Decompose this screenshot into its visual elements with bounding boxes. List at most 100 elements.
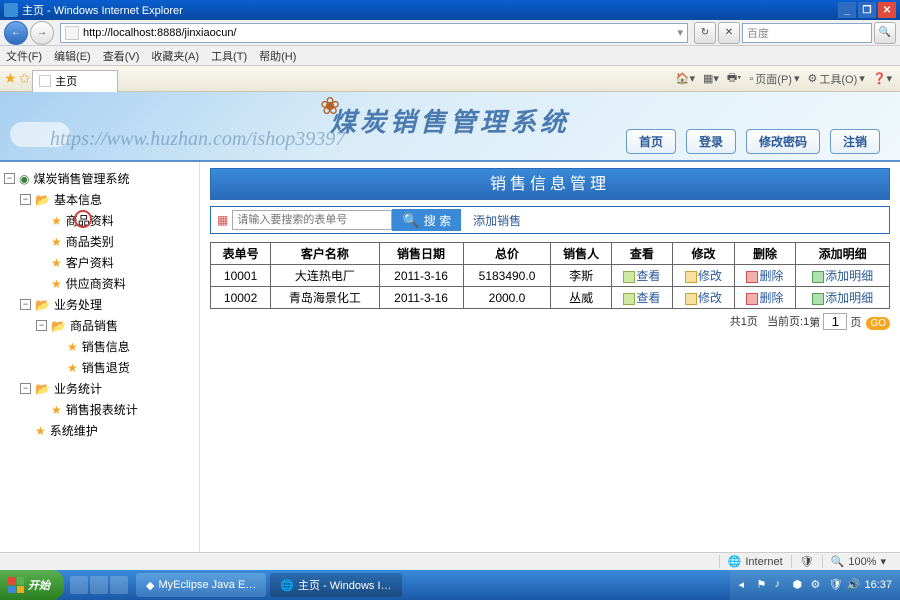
nav-chpwd-button[interactable]: 修改密码: [746, 129, 820, 154]
nav-login-button[interactable]: 登录: [686, 129, 736, 154]
tree-stat[interactable]: −📂业务统计: [4, 378, 195, 399]
task-myeclipse[interactable]: ◆ MyEclipse Java E…: [136, 573, 266, 597]
address-bar[interactable]: http://localhost:8888/jinxiaocun/ ▾: [60, 23, 688, 43]
th-edit: 修改: [673, 243, 735, 265]
view-link[interactable]: 查看: [623, 269, 660, 283]
pager-go-button[interactable]: GO: [866, 317, 890, 330]
ql-app-icon[interactable]: [110, 576, 128, 594]
tray-icon[interactable]: ⬢: [792, 578, 806, 592]
magnify-icon: 🔍: [402, 212, 419, 229]
back-button[interactable]: ←: [4, 21, 28, 45]
tray-icon[interactable]: ⚙: [810, 578, 824, 592]
delete-link[interactable]: 删除: [746, 269, 783, 283]
tray-icon[interactable]: ◂: [738, 578, 752, 592]
cell-total: 2000.0: [463, 287, 551, 309]
view-link[interactable]: 查看: [623, 291, 660, 305]
add-detail-link[interactable]: 添加明细: [812, 291, 873, 305]
browser-tab[interactable]: 主页: [32, 70, 118, 92]
print-icon[interactable]: 🖶▾: [723, 69, 745, 88]
tree-item-sales-return[interactable]: ★销售退货: [4, 357, 195, 378]
menu-file[interactable]: 文件(F): [6, 48, 42, 64]
pager-input[interactable]: [823, 313, 847, 330]
tree-item-sales-info[interactable]: ★销售信息: [4, 336, 195, 357]
page-title: 销售信息管理: [210, 168, 890, 200]
help-icon[interactable]: ❓▾: [869, 72, 896, 85]
tree-biz[interactable]: −📂业务处理: [4, 294, 195, 315]
edit-icon: [685, 293, 697, 305]
tab-title: 主页: [55, 73, 77, 89]
dropdown-icon[interactable]: ▾: [677, 26, 683, 39]
add-sale-link[interactable]: 添加销售: [473, 212, 521, 229]
feeds-icon[interactable]: ▦▾: [699, 72, 723, 85]
edit-link[interactable]: 修改: [685, 291, 722, 305]
ql-ie-icon[interactable]: [70, 576, 88, 594]
tree-sales[interactable]: −📂商品销售: [4, 315, 195, 336]
menu-edit[interactable]: 编辑(E): [54, 48, 91, 64]
th-id: 表单号: [211, 243, 271, 265]
tree-item-category[interactable]: ★商品类别: [4, 231, 195, 252]
refresh-button[interactable]: ↻: [694, 22, 716, 44]
tree-root[interactable]: −◉煤炭销售管理系统: [4, 168, 195, 189]
tray-icon[interactable]: 🛡: [828, 578, 842, 592]
menu-help[interactable]: 帮助(H): [259, 48, 296, 64]
start-button[interactable]: 开始: [0, 570, 64, 600]
tree-basic[interactable]: −📂基本信息: [4, 189, 195, 210]
page-menu[interactable]: ▫页面(P)▾: [745, 71, 803, 87]
zoom-control[interactable]: 🔍100% ▾: [822, 555, 894, 568]
maximize-button[interactable]: ❐: [858, 2, 876, 18]
protected-mode[interactable]: 🛡: [791, 555, 822, 568]
add-favorite-icon[interactable]: ★: [4, 70, 17, 87]
cell-date: 2011-3-16: [379, 265, 463, 287]
url-text: http://localhost:8888/jinxiaocun/: [83, 27, 237, 39]
th-del: 删除: [734, 243, 796, 265]
add-icon: [812, 271, 824, 283]
view-icon: [623, 293, 635, 305]
browser-statusbar: 🌐Internet 🛡 🔍100% ▾: [0, 552, 900, 570]
tree-item-customer[interactable]: ★客户资料: [4, 252, 195, 273]
menu-favorites[interactable]: 收藏夹(A): [151, 48, 199, 64]
delete-icon: [746, 293, 758, 305]
tools-menu[interactable]: ⚙工具(O)▾: [803, 71, 868, 87]
nav-logout-button[interactable]: 注销: [830, 129, 880, 154]
menu-view[interactable]: 查看(V): [103, 48, 140, 64]
close-button[interactable]: ✕: [878, 2, 896, 18]
sidebar-tree: −◉煤炭销售管理系统 −📂基本信息 ★商品资料 ★商品类别 ★客户资料 ★供应商…: [0, 162, 200, 552]
forward-button[interactable]: →: [30, 21, 54, 45]
tree-item-product[interactable]: ★商品资料: [4, 210, 195, 231]
edit-link[interactable]: 修改: [685, 269, 722, 283]
content-area: 销售信息管理 ▦ 🔍搜 索 添加销售 表单号 客户名称 销售日期 总价 销售人 …: [200, 162, 900, 552]
favorites-icon[interactable]: ✩: [19, 70, 31, 87]
sales-table: 表单号 客户名称 销售日期 总价 销售人 查看 修改 删除 添加明细 10001…: [210, 242, 890, 309]
tray-icon[interactable]: ⚑: [756, 578, 770, 592]
table-row: 10002青岛海景化工2011-3-162000.0丛威查看修改删除添加明细: [211, 287, 890, 309]
clock[interactable]: 16:37: [864, 579, 892, 591]
tree-item-report[interactable]: ★销售报表统计: [4, 399, 195, 420]
window-title: 主页 - Windows Internet Explorer: [22, 2, 183, 18]
cell-id: 10002: [211, 287, 271, 309]
search-input[interactable]: [232, 210, 392, 230]
security-zone[interactable]: 🌐Internet: [719, 555, 791, 568]
cell-customer: 大连热电厂: [271, 265, 379, 287]
add-icon: [812, 293, 824, 305]
form-icon: ▦: [217, 213, 228, 227]
stop-button[interactable]: ✕: [718, 22, 740, 44]
delete-link[interactable]: 删除: [746, 291, 783, 305]
tray-icon[interactable]: 🔊: [846, 578, 860, 592]
add-detail-link[interactable]: 添加明细: [812, 269, 873, 283]
search-go-button[interactable]: 🔍: [874, 22, 896, 44]
tree-item-supplier[interactable]: ★供应商资料: [4, 273, 195, 294]
th-add: 添加明细: [796, 243, 890, 265]
tree-maint[interactable]: ★系统维护: [4, 420, 195, 441]
search-button[interactable]: 🔍搜 索: [392, 209, 461, 231]
system-tray: ◂ ⚑ ♪ ⬢ ⚙ 🛡 🔊 16:37: [730, 570, 900, 600]
task-ie[interactable]: 🌐 主页 - Windows I…: [270, 573, 401, 597]
menu-tools[interactable]: 工具(T): [211, 48, 247, 64]
home-icon[interactable]: 🏠▾: [672, 72, 699, 85]
ql-desktop-icon[interactable]: [90, 576, 108, 594]
search-row: ▦ 🔍搜 索 添加销售: [210, 206, 890, 234]
browser-search-box[interactable]: 百度: [742, 23, 872, 43]
tray-icon[interactable]: ♪: [774, 578, 788, 592]
nav-home-button[interactable]: 首页: [626, 129, 676, 154]
minimize-button[interactable]: _: [838, 2, 856, 18]
th-view: 查看: [611, 243, 673, 265]
